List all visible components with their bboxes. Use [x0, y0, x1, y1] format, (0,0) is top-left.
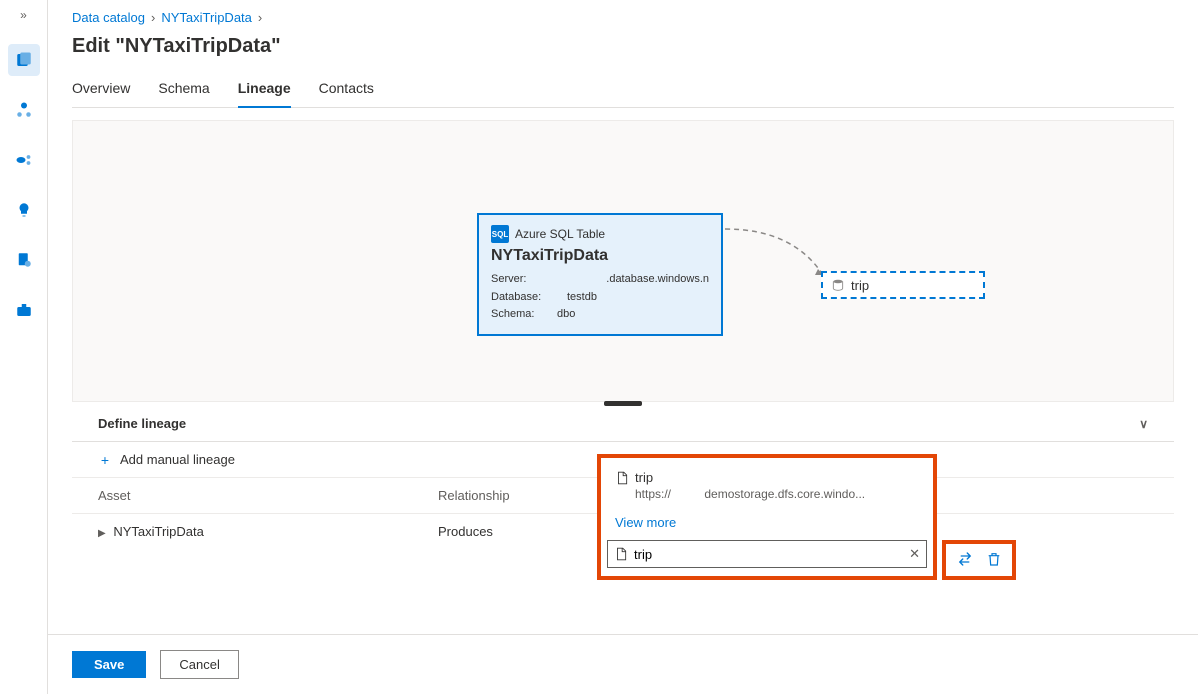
node-schema-value: dbo — [557, 306, 575, 324]
expand-chevron-icon[interactable]: » — [20, 8, 27, 22]
nav-management-icon[interactable] — [8, 294, 40, 326]
save-button[interactable]: Save — [72, 651, 146, 678]
node-schema-label: Schema: — [491, 306, 547, 324]
breadcrumb: Data catalog › NYTaxiTripData › — [72, 10, 1174, 25]
footer-bar: Save Cancel — [48, 634, 1198, 694]
chevron-right-icon: › — [258, 10, 262, 25]
sql-icon: SQL — [491, 225, 509, 243]
asset-search-input[interactable] — [634, 547, 903, 562]
chevron-down-icon[interactable]: ∨ — [1139, 417, 1148, 431]
node-server-value: .database.windows.n — [606, 271, 709, 289]
nav-data-map-icon[interactable] — [8, 144, 40, 176]
lineage-edge-arrow — [723, 227, 873, 277]
result-title: trip — [635, 470, 653, 485]
nav-insights-icon[interactable] — [8, 194, 40, 226]
define-lineage-header[interactable]: Define lineage ∨ — [72, 402, 1174, 442]
view-more-link[interactable]: View more — [601, 509, 933, 540]
tab-bar: Overview Schema Lineage Contacts — [72, 72, 1174, 108]
file-icon — [615, 471, 629, 485]
trash-icon[interactable] — [986, 551, 1002, 570]
search-result-item[interactable]: trip https:// demostorage.dfs.core.windo… — [601, 466, 933, 509]
swap-icon[interactable] — [956, 550, 974, 571]
chevron-right-icon[interactable]: ▶ — [98, 528, 106, 539]
tab-contacts[interactable]: Contacts — [319, 72, 374, 107]
chevron-right-icon: › — [151, 10, 155, 25]
tab-lineage[interactable]: Lineage — [238, 72, 291, 108]
row-asset-value: NYTaxiTripData — [113, 524, 204, 539]
breadcrumb-root[interactable]: Data catalog — [72, 10, 145, 25]
nav-sources-icon[interactable] — [8, 94, 40, 126]
nav-policy-icon[interactable] — [8, 244, 40, 276]
add-lineage-label: Add manual lineage — [120, 452, 235, 467]
node-title: NYTaxiTripData — [491, 247, 709, 265]
asset-search-input-row: ✕ — [607, 540, 927, 568]
file-icon — [614, 547, 628, 561]
result-url-prefix: https:// — [635, 487, 671, 501]
page-title: Edit "NYTaxiTripData" — [72, 35, 1174, 58]
node-database-label: Database: — [491, 289, 547, 307]
resize-handle[interactable] — [604, 401, 642, 406]
result-url-suffix: demostorage.dfs.core.windo... — [704, 487, 865, 501]
lineage-source-node[interactable]: SQL Azure SQL Table NYTaxiTripData Serve… — [477, 213, 723, 336]
cancel-button[interactable]: Cancel — [160, 650, 238, 679]
section-title: Define lineage — [98, 416, 186, 431]
lineage-target-node[interactable]: trip — [821, 271, 985, 299]
asset-search-popover: trip https:// demostorage.dfs.core.windo… — [597, 454, 937, 580]
target-node-label: trip — [851, 278, 869, 293]
database-icon — [831, 278, 845, 292]
tab-schema[interactable]: Schema — [158, 72, 209, 107]
node-server-label: Server: — [491, 271, 544, 289]
node-database-value: testdb — [567, 289, 597, 307]
col-asset-header: Asset — [98, 488, 438, 503]
plus-icon: + — [98, 453, 112, 467]
nav-data-catalog-icon[interactable] — [8, 44, 40, 76]
lineage-canvas[interactable]: SQL Azure SQL Table NYTaxiTripData Serve… — [72, 120, 1174, 402]
node-type-label: Azure SQL Table — [515, 227, 605, 241]
tab-overview[interactable]: Overview — [72, 72, 130, 107]
clear-icon[interactable]: ✕ — [909, 546, 920, 562]
left-nav-rail: » — [0, 0, 48, 694]
row-actions — [942, 540, 1016, 580]
breadcrumb-item[interactable]: NYTaxiTripData — [161, 10, 252, 25]
